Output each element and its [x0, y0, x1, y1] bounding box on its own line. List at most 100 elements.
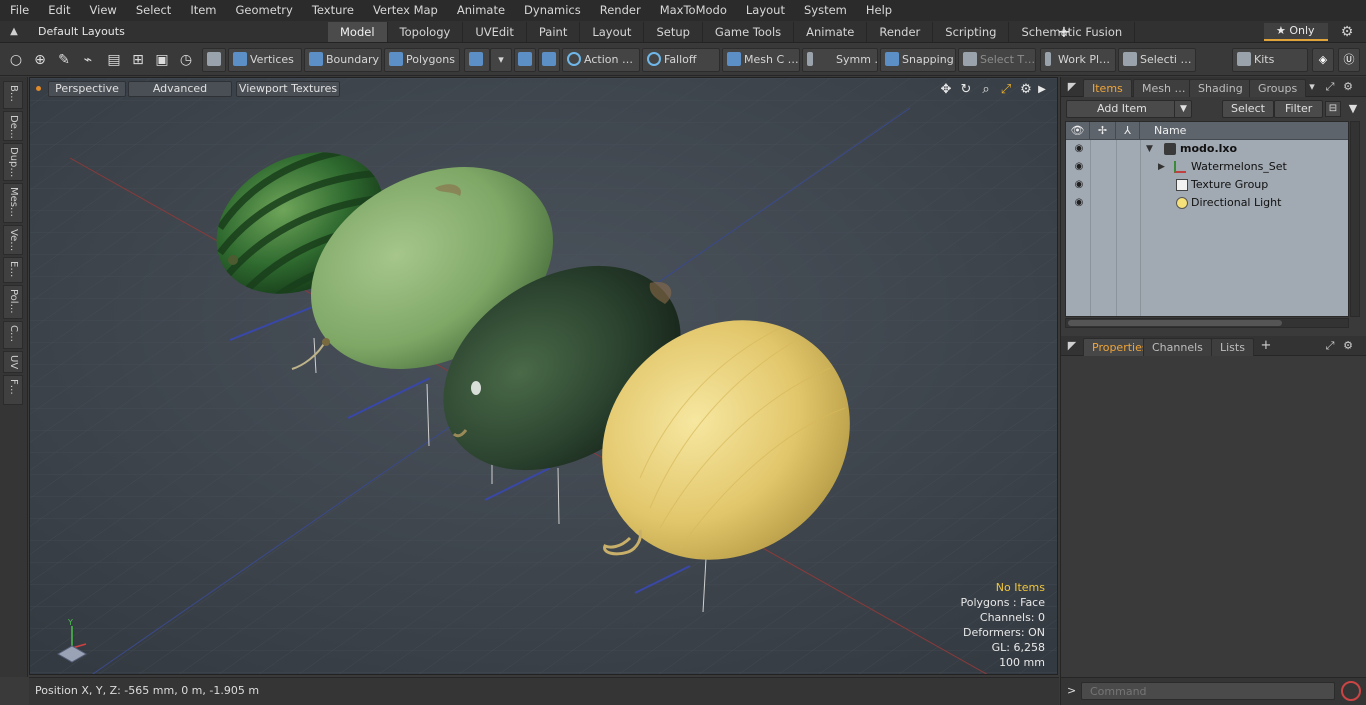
item-row-directional-light[interactable]: ◉ Directional Light: [1066, 194, 1348, 212]
symmetry-button[interactable]: Symm …: [802, 48, 878, 72]
tab-animate[interactable]: Animate: [794, 22, 868, 42]
selection-sets-button[interactable]: Selecti …: [1118, 48, 1196, 72]
left-tab-7[interactable]: C…: [3, 321, 23, 349]
mesh-constraints-button[interactable]: Mesh C …: [722, 48, 800, 72]
menu-animate[interactable]: Animate: [447, 0, 514, 21]
mode-dropdown-button[interactable]: ▾: [490, 48, 512, 72]
pen-icon[interactable]: ✎: [54, 50, 74, 70]
select-through-button[interactable]: Select T…: [958, 48, 1036, 72]
select-button[interactable]: Select: [1222, 100, 1274, 118]
type-column-icon[interactable]: ⅄: [1116, 122, 1140, 140]
select-circle-icon[interactable]: ○: [6, 50, 26, 70]
layout-selector[interactable]: Default Layouts ▾: [30, 24, 130, 54]
viewport-gear-icon[interactable]: ⚙: [1018, 82, 1034, 98]
left-tab-8[interactable]: UV: [3, 351, 23, 373]
expand-arrow-icon[interactable]: ▶: [1034, 82, 1050, 98]
tabs-dropdown-icon[interactable]: ▾: [1305, 80, 1319, 94]
menu-system[interactable]: System: [794, 0, 856, 21]
tab-schematic-fusion[interactable]: Schematic Fusion: [1009, 22, 1136, 42]
filter-button[interactable]: Filter: [1274, 100, 1324, 118]
menu-dynamics[interactable]: Dynamics: [514, 0, 590, 21]
left-tab-1[interactable]: De…: [3, 111, 23, 141]
maximize-icon[interactable]: ⤢: [998, 82, 1014, 98]
items-vertical-scrollbar[interactable]: [1350, 121, 1360, 317]
expand-down-icon[interactable]: ▼: [1146, 140, 1156, 158]
left-tab-4[interactable]: Ve…: [3, 225, 23, 255]
menu-edit[interactable]: Edit: [38, 0, 79, 21]
record-icon[interactable]: [1341, 681, 1361, 701]
eye-icon[interactable]: ◉: [1072, 179, 1086, 191]
brush-icon[interactable]: ⌁: [78, 50, 98, 70]
orbit-icon[interactable]: ↻: [958, 82, 974, 98]
viewport-textures-button[interactable]: Viewport Textures: [236, 81, 340, 97]
eye-icon[interactable]: ◉: [1072, 197, 1086, 209]
panel-expand-icon[interactable]: ⤢: [1323, 339, 1337, 353]
items-horizontal-scrollbar[interactable]: [1065, 318, 1349, 328]
layout-arrow-icon[interactable]: ▲: [8, 26, 20, 38]
frame-icon[interactable]: ▣: [152, 50, 172, 70]
tab-game-tools[interactable]: Game Tools: [703, 22, 795, 42]
falloff-button[interactable]: Falloff: [642, 48, 720, 72]
center-icon[interactable]: ⊞: [128, 50, 148, 70]
menu-maxtomodo[interactable]: MaxToModo: [650, 0, 736, 21]
menu-file[interactable]: File: [0, 0, 38, 21]
items-list[interactable]: 👁 ✢ ⅄ Name ◉ ▼ modo.lxo ◉ ▶ Watermelons_…: [1065, 121, 1349, 317]
zoom-icon[interactable]: ⌕: [978, 82, 994, 98]
unreal-button[interactable]: Ⓤ: [1338, 48, 1360, 72]
item-row-texture-group[interactable]: ◉ Texture Group: [1066, 176, 1348, 194]
expand-right-icon[interactable]: ▶: [1158, 158, 1168, 176]
items-mode-button[interactable]: [202, 48, 226, 72]
filter-funnel-icon[interactable]: ▼: [1345, 101, 1361, 117]
panel-gear-icon[interactable]: ⚙: [1341, 80, 1355, 94]
tab-mesh[interactable]: Mesh …: [1133, 79, 1195, 97]
lock-column-icon[interactable]: ✢: [1090, 122, 1116, 140]
eye-icon[interactable]: ◉: [1072, 143, 1086, 155]
3d-viewport[interactable]: Perspective Advanced Viewport Textures ✥…: [29, 77, 1058, 675]
tab-lists[interactable]: Lists: [1211, 338, 1254, 356]
pan-icon[interactable]: ✥: [938, 82, 954, 98]
tab-items[interactable]: Items: [1083, 79, 1132, 97]
tab-topology[interactable]: Topology: [388, 22, 464, 42]
add-item-dropdown-icon[interactable]: ▼: [1174, 100, 1192, 118]
collapse-icon[interactable]: ⊟: [1325, 101, 1341, 117]
tab-channels[interactable]: Channels: [1143, 338, 1212, 356]
tab-shading[interactable]: Shading: [1189, 79, 1252, 97]
tab-layout[interactable]: Layout: [580, 22, 645, 42]
item-row-watermelons-set[interactable]: ◉ ▶ Watermelons_Set: [1066, 158, 1348, 176]
left-tab-5[interactable]: E…: [3, 257, 23, 283]
kits-button[interactable]: Kits: [1232, 48, 1308, 72]
material-mode-button[interactable]: [464, 48, 490, 72]
work-plane-button[interactable]: Work Pl…: [1040, 48, 1116, 72]
viewport-scene[interactable]: [30, 78, 1058, 675]
left-tab-3[interactable]: Mes…: [3, 183, 23, 223]
tab-render[interactable]: Render: [867, 22, 934, 42]
left-tab-0[interactable]: B…: [3, 81, 23, 109]
vertices-button[interactable]: Vertices: [228, 48, 302, 72]
add-tab-icon[interactable]: +: [1259, 339, 1273, 353]
name-column-header[interactable]: Name: [1140, 122, 1348, 140]
gear-icon[interactable]: ⚙: [1338, 23, 1356, 41]
item-row-scene[interactable]: ◉ ▼ modo.lxo: [1066, 140, 1348, 158]
menu-geometry[interactable]: Geometry: [226, 0, 302, 21]
menu-texture[interactable]: Texture: [302, 0, 363, 21]
menu-render[interactable]: Render: [590, 0, 650, 21]
left-tab-6[interactable]: Pol…: [3, 285, 23, 319]
advanced-button[interactable]: Advanced: [128, 81, 232, 97]
tab-scripting[interactable]: Scripting: [933, 22, 1010, 42]
tab-groups[interactable]: Groups: [1249, 79, 1307, 97]
left-tab-2[interactable]: Dup…: [3, 143, 23, 181]
visibility-column-icon[interactable]: 👁: [1066, 122, 1090, 140]
tab-model[interactable]: Model: [328, 22, 388, 42]
boundary-button[interactable]: Boundary: [304, 48, 382, 72]
panel-menu-icon[interactable]: ◤: [1065, 339, 1079, 353]
menu-view[interactable]: View: [80, 0, 126, 21]
command-input[interactable]: [1081, 682, 1335, 700]
only-button[interactable]: ★ Only: [1264, 23, 1328, 41]
menu-select[interactable]: Select: [126, 0, 180, 21]
panel-menu-icon[interactable]: ◤: [1065, 80, 1079, 94]
snapping-button[interactable]: Snapping: [880, 48, 956, 72]
symmetry-toggle-b[interactable]: [538, 48, 560, 72]
globe-icon[interactable]: ⊕: [30, 50, 50, 70]
menu-layout[interactable]: Layout: [736, 0, 794, 21]
rotate-icon[interactable]: ◷: [176, 50, 196, 70]
